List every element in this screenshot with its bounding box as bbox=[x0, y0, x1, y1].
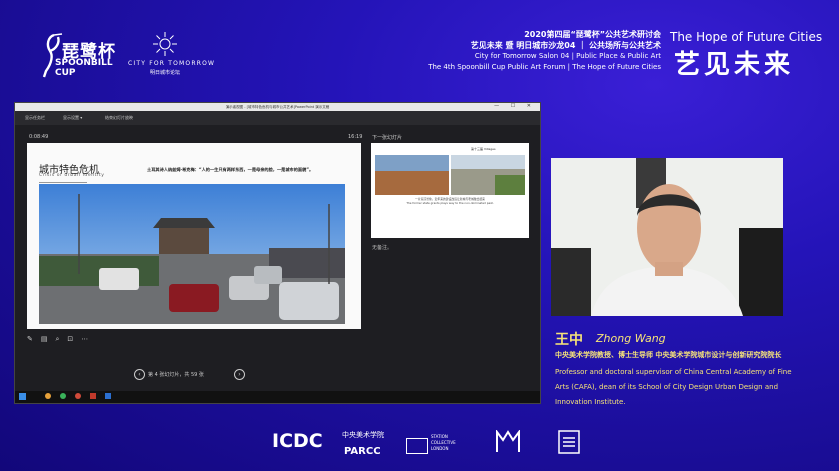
speaker-title-cn: 中央美术学院教授、博士生导师 中央美术学院城市设计与创新研究院院长 bbox=[555, 351, 782, 359]
ctt-en: CITY FOR TOMORROW bbox=[128, 60, 216, 67]
prev-slide-button[interactable]: ‹ bbox=[134, 369, 145, 380]
icdc-logo: ICDC bbox=[272, 430, 323, 452]
speaker-name-en: Zhong Wang bbox=[596, 332, 666, 345]
forum-line-3: City for Tomorrow Salon 04 | Public Plac… bbox=[474, 52, 661, 60]
speaker-notes: 无备注。 bbox=[372, 245, 393, 251]
speaker-camera bbox=[551, 158, 783, 316]
windows-taskbar bbox=[15, 391, 540, 403]
station-logo-mark bbox=[406, 438, 428, 454]
presenter-toolbar: 显示任务栏 显示设置 ▾ 结束幻灯片放映 bbox=[15, 111, 540, 125]
elapsed-timer: 0:08:49 bbox=[29, 134, 49, 140]
next-slide-images bbox=[375, 155, 525, 195]
partner-logo-icon bbox=[496, 430, 520, 452]
forum-line-1: 2020第四届“琵鹭杯”公共艺术研讨会 bbox=[524, 30, 661, 39]
forum-line-4: The 4th Spoonbill Cup Public Art Forum |… bbox=[428, 62, 661, 71]
presenter-view-window: 演示者视图 - [城市特色危机与城市公共艺术]PowerPoint 演示文稿 —… bbox=[14, 102, 541, 404]
forum-line-2: 艺见未来 暨 明日城市沙龙04 ｜ 公共场所与公共艺术 bbox=[470, 40, 661, 50]
spoonbill-en: SPOONBILL CUP bbox=[55, 58, 115, 78]
parcc-logo: PARCC bbox=[344, 446, 381, 457]
sunburst-icon bbox=[153, 32, 177, 56]
hope-cn-title: 艺见未来 bbox=[674, 50, 795, 80]
slide-pager: 第 4 张幻灯片，共 59 张 bbox=[148, 372, 204, 378]
next-slide-label: 下一张幻灯片 bbox=[372, 135, 403, 141]
station-logo-text: STATION COLLECTIVE LONDON bbox=[431, 434, 456, 451]
ctt-cn: 明日城市论坛 bbox=[150, 70, 181, 76]
window-title: 演示者视图 - [城市特色危机与城市公共艺术]PowerPoint 演示文稿 bbox=[15, 103, 540, 111]
end-slideshow-button[interactable]: 结束幻灯片放映 bbox=[105, 115, 133, 121]
next-slide-button[interactable]: › bbox=[234, 369, 245, 380]
title-underline bbox=[39, 182, 87, 183]
speaker-title-en: Professor and doctoral supervisor of Chi… bbox=[555, 368, 792, 406]
windows-start-icon[interactable] bbox=[19, 393, 26, 400]
slide-quote: 土耳其诗人纳兹姆·希克梅：“人的一生只有两样东西，一是母亲的脸，一是城市的面貌”… bbox=[147, 167, 314, 172]
clock: 16:19 bbox=[348, 134, 363, 140]
traffic-photo bbox=[39, 184, 345, 324]
next-caption-2: The former state grants plays way to the… bbox=[406, 201, 494, 205]
spoonbill-en-2: CUP bbox=[55, 68, 76, 78]
city-for-tomorrow-logo: CITY FOR TOMORROW 明日城市论坛 bbox=[128, 31, 223, 81]
powerpoint-icon[interactable] bbox=[90, 393, 96, 399]
display-settings-button[interactable]: 显示设置 ▾ bbox=[63, 115, 82, 121]
pen-tools[interactable]: ✎▤⌕⊡⋯ bbox=[27, 335, 96, 344]
speaker-name-cn: 王中 bbox=[555, 332, 583, 348]
app-icon[interactable] bbox=[60, 393, 66, 399]
spoonbill-cup-logo: 琵鹭杯 SPOONBILL CUP bbox=[40, 33, 130, 81]
app-icon[interactable] bbox=[75, 393, 81, 399]
current-slide[interactable]: 城市特色危机 Crisis of urban identity 土耳其诗人纳兹姆… bbox=[27, 143, 361, 329]
forum-title-block: 2020第四届“琵鹭杯”公共艺术研讨会 艺见未来 暨 明日城市沙龙04 ｜ 公共… bbox=[401, 30, 661, 72]
partner-logo-icon bbox=[558, 430, 580, 454]
next-slide-title: 第十三届 Villages bbox=[471, 147, 496, 151]
spoonbill-en-1: SPOONBILL bbox=[55, 58, 113, 68]
window-controls[interactable]: — ☐ ✕ bbox=[494, 103, 536, 109]
cafa-cn-logo: 中央美术学院 bbox=[342, 431, 384, 439]
hope-en-title: The Hope of Future Cities bbox=[670, 30, 823, 44]
next-slide-preview[interactable]: 第十三届 Villages 一片荒凉景象。近年来的建设改造让新城与老城融合起来 … bbox=[371, 143, 529, 238]
slide-subtitle: Crisis of urban identity bbox=[39, 173, 105, 178]
app-icon[interactable] bbox=[45, 393, 51, 399]
next-slide-caption: 一片荒凉景象。近年来的建设改造让新城与老城融合起来 The former sta… bbox=[379, 197, 521, 205]
show-taskbar-button[interactable]: 显示任务栏 bbox=[25, 115, 45, 121]
app-icon[interactable] bbox=[105, 393, 111, 399]
